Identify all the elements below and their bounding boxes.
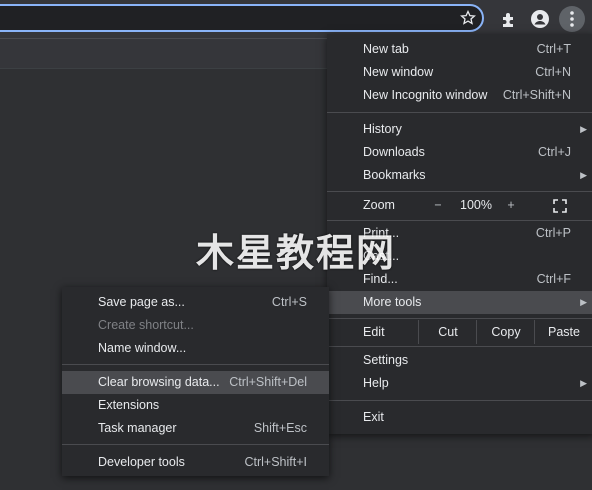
- menu-edit-row: Edit Cut Copy Paste: [327, 320, 592, 344]
- submenu-item-developer-tools[interactable]: Developer tools Ctrl+Shift+I: [62, 451, 329, 474]
- menu-item-shortcut: Ctrl+S: [271, 295, 307, 309]
- puzzle-icon[interactable]: [499, 9, 519, 29]
- menu-divider: [327, 112, 592, 113]
- menu-divider: [327, 346, 592, 347]
- person-icon[interactable]: [530, 9, 550, 29]
- menu-item-shortcut: Ctrl+Shift+N: [502, 88, 571, 102]
- menu-item-shortcut: Ctrl+Shift+Del: [229, 375, 307, 389]
- chevron-right-icon: ▶: [580, 378, 587, 388]
- menu-item-history[interactable]: History ▶: [327, 118, 592, 141]
- menu-item-shortcut: Ctrl+J: [538, 145, 571, 159]
- address-bar[interactable]: [0, 4, 484, 32]
- menu-item-shortcut: Shift+Esc: [253, 421, 307, 435]
- submenu-item-save-page[interactable]: Save page as... Ctrl+S: [62, 291, 329, 314]
- menu-item-bookmarks[interactable]: Bookmarks ▶: [327, 164, 592, 187]
- fullscreen-icon[interactable]: [552, 198, 568, 214]
- menu-item-new-incognito[interactable]: New Incognito window Ctrl+Shift+N: [327, 84, 592, 107]
- chevron-right-icon: ▶: [580, 170, 587, 180]
- chevron-right-icon: ▶: [580, 124, 587, 134]
- chevron-right-icon: ▶: [580, 297, 587, 307]
- menu-item-label: Help: [363, 376, 389, 390]
- menu-item-label: Save page as...: [98, 295, 185, 309]
- menu-item-shortcut: Ctrl+F: [536, 272, 571, 286]
- zoom-in-button[interactable]: +: [503, 194, 519, 217]
- menu-item-label: Extensions: [98, 398, 160, 412]
- menu-item-label: Exit: [363, 410, 384, 424]
- menu-divider: [327, 191, 592, 192]
- menu-item-shortcut: Ctrl+P: [535, 226, 571, 240]
- menu-item-label: History: [363, 122, 402, 136]
- menu-item-label: Bookmarks: [363, 168, 426, 182]
- edit-label: Edit: [363, 325, 385, 339]
- three-dots-vertical-icon[interactable]: [559, 6, 585, 32]
- menu-divider: [327, 220, 592, 221]
- menu-divider: [62, 444, 329, 445]
- menu-item-label: Clear browsing data...: [98, 375, 220, 389]
- menu-item-label: Task manager: [98, 421, 177, 435]
- menu-item-shortcut: Ctrl+N: [535, 65, 571, 79]
- menu-item-label: New window: [363, 65, 434, 79]
- menu-item-shortcut: Ctrl+T: [536, 42, 571, 56]
- submenu-item-extensions[interactable]: Extensions: [62, 394, 329, 417]
- cut-button[interactable]: Cut: [418, 320, 477, 344]
- menu-item-label: Settings: [363, 353, 409, 367]
- zoom-level: 100%: [460, 198, 492, 212]
- submenu-item-clear-browsing-data[interactable]: Clear browsing data... Ctrl+Shift+Del: [62, 371, 329, 394]
- submenu-item-create-shortcut: Create shortcut...: [62, 314, 329, 337]
- copy-button[interactable]: Copy: [476, 320, 535, 344]
- menu-item-shortcut: Ctrl+Shift+I: [244, 455, 307, 469]
- menu-divider: [327, 400, 592, 401]
- menu-item-settings[interactable]: Settings: [327, 349, 592, 372]
- menu-item-more-tools[interactable]: More tools ▶: [327, 291, 592, 314]
- submenu-item-task-manager[interactable]: Task manager Shift+Esc: [62, 417, 329, 440]
- menu-zoom-row: Zoom − 100% +: [327, 194, 592, 217]
- browser-toolbar: [0, 0, 592, 38]
- watermark: 木星教程网: [196, 231, 397, 275]
- menu-item-label: Developer tools: [98, 455, 185, 469]
- menu-item-new-window[interactable]: New window Ctrl+N: [327, 61, 592, 84]
- zoom-out-button[interactable]: −: [430, 194, 446, 217]
- zoom-label: Zoom: [363, 198, 395, 212]
- menu-divider: [62, 364, 329, 365]
- menu-item-label: Downloads: [363, 145, 425, 159]
- menu-item-downloads[interactable]: Downloads Ctrl+J: [327, 141, 592, 164]
- menu-item-label: More tools: [363, 295, 422, 309]
- menu-item-help[interactable]: Help ▶: [327, 372, 592, 395]
- more-tools-submenu: Save page as... Ctrl+S Create shortcut..…: [62, 287, 329, 476]
- submenu-item-name-window[interactable]: Name window...: [62, 337, 329, 360]
- menu-item-exit[interactable]: Exit: [327, 406, 592, 429]
- menu-item-label: Create shortcut...: [98, 318, 194, 332]
- star-outline-icon[interactable]: [460, 10, 476, 26]
- menu-item-label: New tab: [363, 42, 409, 56]
- menu-item-label: New Incognito window: [363, 88, 488, 102]
- menu-item-new-tab[interactable]: New tab Ctrl+T: [327, 38, 592, 61]
- paste-button[interactable]: Paste: [534, 320, 592, 344]
- menu-item-label: Name window...: [98, 341, 187, 355]
- menu-divider: [327, 318, 592, 319]
